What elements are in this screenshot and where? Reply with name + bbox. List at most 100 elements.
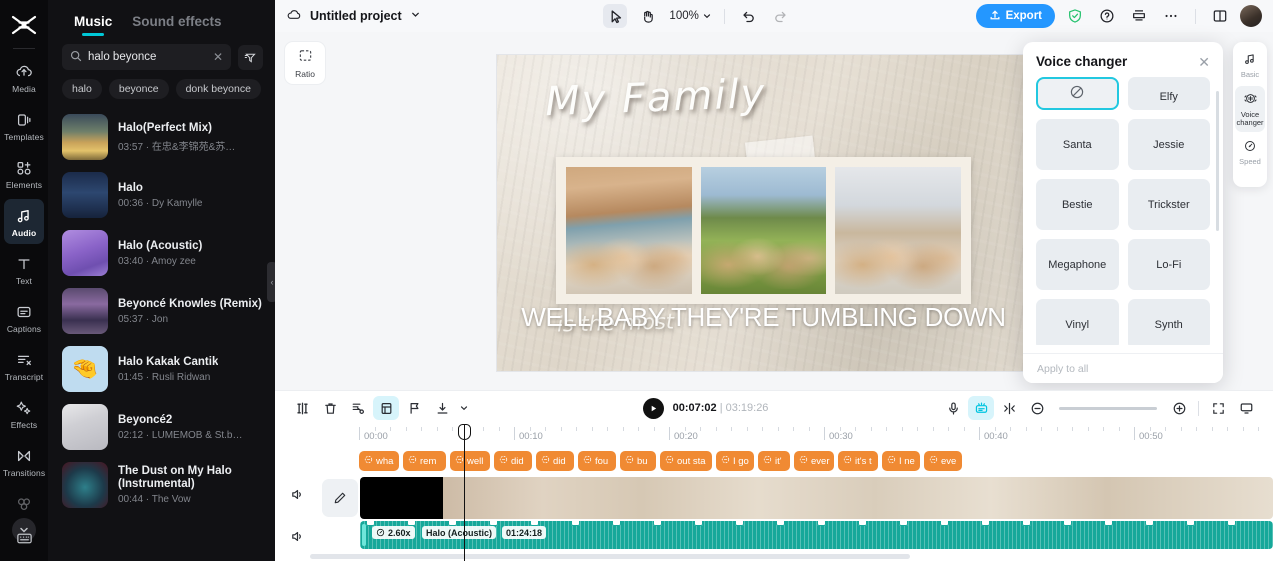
list-item[interactable]: 🤏 Halo Kakak Cantik 01:45 · Rusli Ridwan	[48, 340, 275, 398]
zoom-out-icon[interactable]	[1024, 396, 1050, 420]
split-view-icon[interactable]	[1208, 4, 1232, 28]
video-preview[interactable]: My Family is the most WELL BABY THEY'RE …	[496, 54, 1031, 372]
caption-chip[interactable]: did	[536, 451, 574, 471]
voice-option-none[interactable]	[1036, 77, 1119, 110]
close-icon[interactable]: ✕	[213, 50, 223, 64]
caption-chip[interactable]: eve	[924, 451, 962, 471]
caption-chip[interactable]: I go	[716, 451, 754, 471]
sidebar-item-effects[interactable]: Effects	[4, 391, 44, 436]
voice-option-megaphone[interactable]: Megaphone	[1036, 239, 1119, 290]
close-gap-icon[interactable]	[996, 396, 1022, 420]
zoom-in-icon[interactable]	[1166, 396, 1192, 420]
list-item[interactable]: Halo(Perfect Mix) 03:57 · 在忠&李锦苑&苏…	[48, 108, 275, 166]
voice-option-lofi[interactable]: Lo-Fi	[1127, 239, 1210, 290]
caption-chip[interactable]: well	[450, 451, 490, 471]
list-item[interactable]: Halo (Acoustic) 03:40 · Amoy zee	[48, 224, 275, 282]
caption-chip[interactable]: it's t	[838, 451, 878, 471]
audio-keyframe[interactable]	[407, 521, 416, 526]
play-button[interactable]	[642, 397, 664, 419]
filter-icon[interactable]	[238, 44, 263, 70]
audio-clip-left-handle[interactable]	[362, 524, 366, 546]
voice-option-elfy[interactable]: Elfy	[1127, 77, 1210, 110]
speaker-icon[interactable]	[286, 483, 308, 505]
audio-keyframe[interactable]	[366, 521, 375, 526]
cut-scissors-icon[interactable]	[345, 396, 371, 420]
chip[interactable]: halo	[62, 79, 102, 99]
split-icon[interactable]	[289, 396, 315, 420]
crop-frame-icon[interactable]	[373, 396, 399, 420]
chip[interactable]: donk beyonce	[175, 79, 261, 99]
voice-option-bestie[interactable]: Bestie	[1036, 179, 1119, 230]
caption-chip[interactable]: bu	[620, 451, 656, 471]
sidebar-item-text[interactable]: Text	[4, 247, 44, 292]
voice-option-jessie[interactable]: Jessie	[1127, 119, 1210, 170]
audio-keyframe[interactable]	[694, 521, 703, 526]
voice-option-trickster[interactable]: Trickster	[1127, 179, 1210, 230]
layout-stack-icon[interactable]	[1127, 4, 1151, 28]
chip[interactable]: beyonce	[108, 79, 169, 99]
caption-chip[interactable]: rem	[403, 451, 446, 471]
voice-option-synth[interactable]: Synth	[1127, 299, 1210, 345]
tab-sound-effects[interactable]: Sound effects	[122, 6, 231, 38]
list-item[interactable]: The Dust on My Halo (Instrumental) 00:44…	[48, 456, 275, 514]
caption-chip[interactable]: ever	[794, 451, 834, 471]
scrollbar[interactable]	[1216, 91, 1219, 231]
audio-keyframe[interactable]	[530, 521, 539, 526]
timeline[interactable]: 00:00 00:10 00:20 00:30 00:40 00:50 wha rem wel…	[275, 424, 1273, 561]
monitor-icon[interactable]	[1233, 396, 1259, 420]
voice-option-vinyl[interactable]: Vinyl	[1036, 299, 1119, 345]
search-input[interactable]: halo beyonce ✕	[62, 44, 231, 70]
audio-keyframe[interactable]	[1186, 521, 1195, 526]
ratio-button[interactable]: Ratio	[285, 42, 325, 84]
tab-basic[interactable]: Basic	[1235, 47, 1265, 84]
audio-keyframe[interactable]	[1104, 521, 1113, 526]
voice-option-santa[interactable]: Santa	[1036, 119, 1119, 170]
zoom-level[interactable]: 100%	[669, 10, 711, 22]
playhead[interactable]	[464, 425, 465, 561]
apply-to-all-button[interactable]: Apply to all	[1023, 353, 1223, 383]
horizontal-scrollbar[interactable]	[310, 554, 910, 559]
cursor-arrow-icon[interactable]	[603, 4, 628, 28]
audio-keyframe[interactable]	[489, 521, 498, 526]
shield-check-icon[interactable]	[1063, 4, 1087, 28]
audio-keyframe[interactable]	[1063, 521, 1072, 526]
audio-keyframe[interactable]	[776, 521, 785, 526]
sidebar-item-captions[interactable]: Captions	[4, 295, 44, 340]
caption-chip[interactable]: fou	[578, 451, 616, 471]
keyboard-icon[interactable]	[15, 529, 34, 551]
chevron-down-icon[interactable]	[410, 9, 421, 23]
download-icon[interactable]	[429, 396, 455, 420]
sidebar-item-more[interactable]	[4, 487, 44, 519]
list-item[interactable]: Beyoncé2 02:12 · LUMEMOB & St.b…	[48, 398, 275, 456]
caption-chip[interactable]: did	[494, 451, 532, 471]
sidebar-item-templates[interactable]: Templates	[4, 103, 44, 148]
project-title-group[interactable]: Untitled project	[286, 7, 421, 26]
speaker-icon[interactable]	[286, 525, 308, 547]
audio-keyframe[interactable]	[981, 521, 990, 526]
audio-keyframe[interactable]	[817, 521, 826, 526]
trash-icon[interactable]	[317, 396, 343, 420]
audio-keyframe[interactable]	[571, 521, 580, 526]
caption-chip[interactable]: I ne	[882, 451, 920, 471]
timeline-zoom-slider[interactable]	[1059, 406, 1158, 410]
tab-speed[interactable]: Speed	[1235, 134, 1265, 171]
audio-keyframe[interactable]	[899, 521, 908, 526]
caption-chip[interactable]: it'	[758, 451, 790, 471]
chevron-down-icon[interactable]	[457, 396, 471, 420]
audio-keyframe[interactable]	[735, 521, 744, 526]
auto-captions-icon[interactable]	[968, 396, 995, 420]
capcut-logo[interactable]	[7, 8, 41, 42]
audio-keyframe[interactable]	[448, 521, 457, 526]
sidebar-item-audio[interactable]: Audio	[4, 199, 44, 244]
hand-icon[interactable]	[635, 4, 659, 28]
help-circle-icon[interactable]	[1095, 4, 1119, 28]
tab-voice-changer[interactable]: Voice changer	[1235, 85, 1265, 132]
caption-chip[interactable]: wha	[359, 451, 399, 471]
audio-clip[interactable]: 2.60x Halo (Acoustic) 01:24:18	[360, 521, 1273, 549]
avatar[interactable]	[1240, 5, 1263, 27]
tab-music[interactable]: Music	[64, 6, 122, 38]
list-item[interactable]: Halo 00:36 · Dy Kamylle	[48, 166, 275, 224]
more-horizontal-icon[interactable]	[1159, 4, 1183, 28]
export-button[interactable]: Export	[975, 4, 1056, 28]
audio-keyframe[interactable]	[940, 521, 949, 526]
